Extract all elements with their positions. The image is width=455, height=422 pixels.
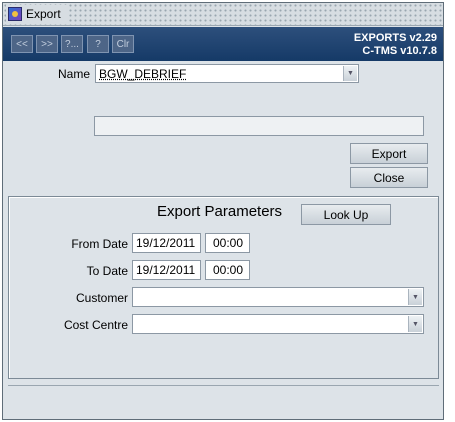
close-button[interactable]: Close xyxy=(350,167,428,188)
message-field xyxy=(94,116,424,136)
window-title: Export xyxy=(26,6,61,21)
clear-button[interactable]: Clr xyxy=(112,35,134,53)
help-button[interactable]: ? xyxy=(87,35,109,53)
name-label: Name xyxy=(57,67,90,81)
status-bar xyxy=(8,386,439,410)
from-date-label: From Date xyxy=(71,237,128,251)
look-up-button[interactable]: Look Up xyxy=(301,204,391,225)
title-bar[interactable]: Export xyxy=(3,3,443,26)
export-button[interactable]: Export xyxy=(350,143,428,164)
exports-version: EXPORTS v2.29 xyxy=(353,32,437,44)
title-label: Export xyxy=(6,5,67,22)
customer-select[interactable]: ▼ xyxy=(132,287,424,307)
cost-centre-label: Cost Centre xyxy=(63,318,128,332)
to-time-field[interactable]: 00:00 xyxy=(205,260,250,280)
export-parameters-title: Export Parameters xyxy=(157,203,283,220)
customer-label: Customer xyxy=(75,291,128,305)
query-button[interactable]: ?... xyxy=(61,35,83,53)
name-value: BGW_DEBRIEF xyxy=(99,66,187,81)
ctms-version: C-TMS v10.7.8 xyxy=(362,45,437,57)
to-date-label: To Date xyxy=(86,264,128,278)
from-date-field[interactable]: 19/12/2011 xyxy=(132,233,201,253)
toolbar: << >> ?... ? Clr EXPORTS v2.29 C-TMS v10… xyxy=(3,27,443,61)
cost-centre-select[interactable]: ▼ xyxy=(132,314,424,334)
app-icon xyxy=(8,6,22,21)
first-record-button[interactable]: << xyxy=(11,35,33,53)
last-record-button[interactable]: >> xyxy=(36,35,58,53)
chevron-down-icon[interactable]: ▼ xyxy=(408,316,422,332)
to-date-field[interactable]: 19/12/2011 xyxy=(132,260,201,280)
chevron-down-icon[interactable]: ▼ xyxy=(343,66,357,81)
from-time-field[interactable]: 00:00 xyxy=(205,233,250,253)
chevron-down-icon[interactable]: ▼ xyxy=(408,289,422,305)
name-select[interactable]: BGW_DEBRIEF ▼ xyxy=(95,64,359,83)
